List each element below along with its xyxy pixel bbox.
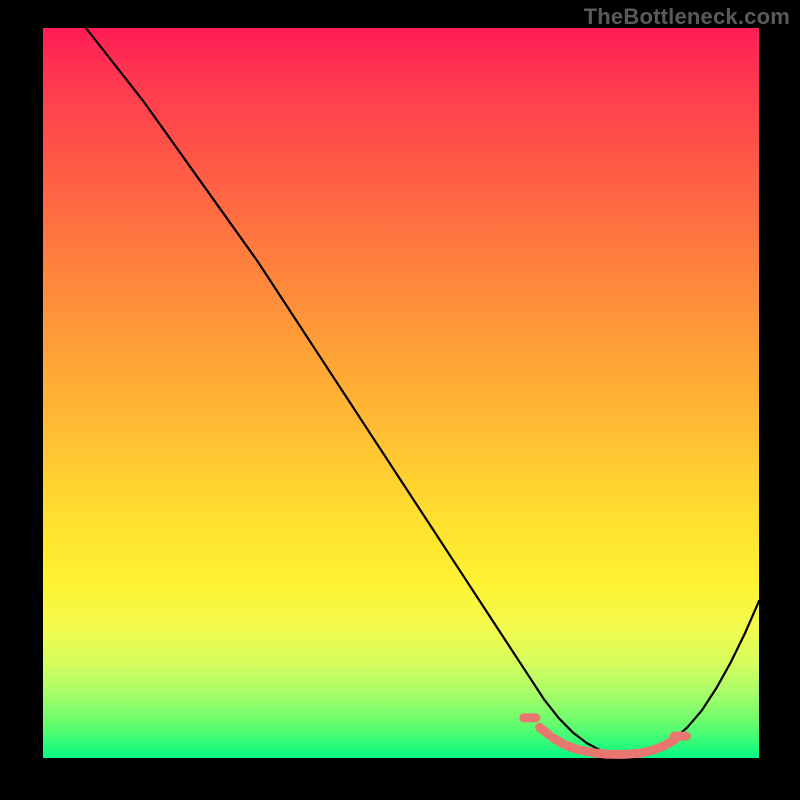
trough-marker [639,751,651,754]
trough-marker [567,746,578,750]
trough-marker [553,738,563,744]
bottleneck-curve [86,28,759,754]
curve-svg [43,28,759,758]
trough-marker [540,727,549,735]
chart-container: TheBottleneck.com [0,0,800,800]
plot-area [43,28,759,758]
trough-marker [664,740,675,746]
trough-markers [524,718,686,755]
watermark-text: TheBottleneck.com [584,4,790,30]
